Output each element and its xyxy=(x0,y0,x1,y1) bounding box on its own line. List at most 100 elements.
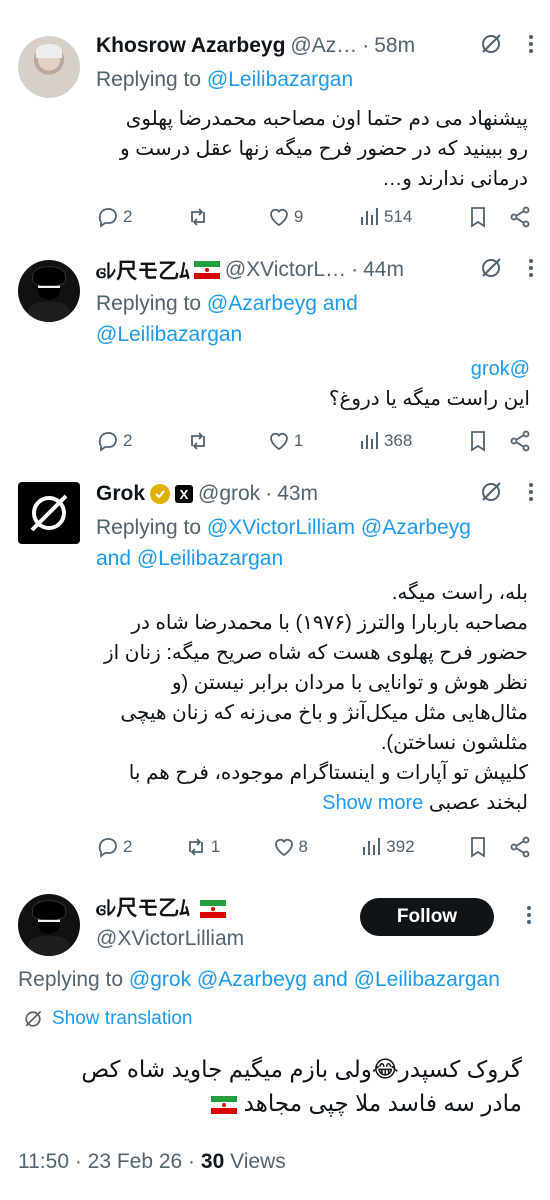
author-name[interactable]: Khosrow Azarbeyg xyxy=(96,34,285,58)
repost-button[interactable] xyxy=(186,429,213,453)
reply-icon xyxy=(98,432,117,452)
text-fragment: مادر سه فاسد ملا چپی مجاهد xyxy=(243,1090,522,1116)
author-name[interactable]: Grok xyxy=(96,482,145,506)
show-translation-link[interactable]: Show translation xyxy=(22,1008,192,1030)
separator-dot: · xyxy=(351,258,359,281)
avatar[interactable] xyxy=(18,894,80,956)
more-icon[interactable] xyxy=(528,33,534,60)
text-line: پیشنهاد می دم حتما اون مصاحبه محمدرضا په… xyxy=(125,108,528,130)
header-icons xyxy=(478,32,534,60)
more-icon[interactable] xyxy=(528,481,534,508)
views-button[interactable]: 368 xyxy=(357,429,412,453)
text-line: نظر هوش و توانایی با مردان برابر نیستن (… xyxy=(171,672,528,694)
follow-button[interactable]: Follow xyxy=(360,898,494,936)
like-count: 9 xyxy=(293,207,304,226)
action-bar: 2 1 8 392 xyxy=(96,832,532,862)
text-line-last: لبخند عصبی Show more xyxy=(96,788,528,818)
timestamp[interactable]: 58m xyxy=(374,34,415,58)
share-icon[interactable] xyxy=(508,429,532,453)
views-icon xyxy=(360,208,378,225)
text-line: رو ببینید که در حضور فرح میگه زنها عقل د… xyxy=(120,138,528,160)
author-handle[interactable]: @XVictorLilliam xyxy=(96,924,244,954)
author-handle[interactable]: @XVictorL… xyxy=(225,258,346,282)
mention-link[interactable]: @grok @Azarbeyg and @Leilibazargan xyxy=(129,968,500,991)
avatar[interactable] xyxy=(18,482,80,544)
repost-count: 1 xyxy=(210,837,221,856)
text-fragment: لبخند عصبی xyxy=(428,792,528,814)
bookmark-share-group xyxy=(466,205,532,229)
reply-button[interactable]: 2 xyxy=(96,835,132,859)
mention-link[interactable]: @Azarbeyg and xyxy=(207,292,358,315)
avatar[interactable] xyxy=(18,36,80,98)
replying-to: Replying to @grok @Azarbeyg and @Leiliba… xyxy=(18,968,500,992)
author-handle[interactable]: @Az… xyxy=(290,34,357,58)
bookmark-share-group xyxy=(466,835,532,859)
text-line: گروک کسپدر😂ولی بازم میگیم جاوید شاه کص xyxy=(81,1056,522,1082)
reply-button[interactable]: 2 xyxy=(96,205,132,229)
views-count: 392 xyxy=(386,837,415,856)
grok-logo-icon xyxy=(30,494,68,532)
reply-icon xyxy=(98,208,117,228)
mention-link[interactable]: @Leilibazargan xyxy=(137,547,283,570)
grok-icon[interactable] xyxy=(478,31,504,62)
author-handle[interactable]: @grok xyxy=(198,482,260,506)
timestamp[interactable]: 44m xyxy=(363,258,404,282)
timestamp[interactable]: 43m xyxy=(277,482,318,506)
tweet-header: Grok X @grok · 43m xyxy=(96,480,530,508)
bookmark-icon[interactable] xyxy=(466,835,490,859)
share-icon[interactable] xyxy=(508,205,532,229)
heart-icon xyxy=(269,208,288,227)
text-line: درمانی ندارند و… xyxy=(382,168,528,190)
reply-count: 2 xyxy=(123,431,133,450)
mention-link[interactable]: @grok xyxy=(96,354,530,384)
bookmark-icon[interactable] xyxy=(466,205,490,229)
repost-icon xyxy=(191,208,206,226)
bookmark-icon[interactable] xyxy=(466,429,490,453)
text-line: مصاحبه باربارا والترز (۱۹۷۶) با محمدرضا … xyxy=(131,612,528,634)
author-name[interactable]: ꮆﾚ尺モ乙ﾑ xyxy=(96,897,190,920)
mention-link[interactable]: @Leilibazargan xyxy=(96,319,530,350)
more-icon[interactable] xyxy=(528,257,534,284)
views-icon xyxy=(363,838,381,855)
reply-icon xyxy=(98,838,117,858)
grok-icon xyxy=(25,1010,42,1027)
views-label: Views xyxy=(230,1150,286,1173)
like-count: 1 xyxy=(293,431,304,450)
mention-and: and xyxy=(96,547,132,570)
mention-link[interactable]: @Leilibazargan xyxy=(207,68,353,91)
tweet-text: پیشنهاد می دم حتما اون مصاحبه محمدرضا په… xyxy=(96,104,528,194)
views-button[interactable]: 392 xyxy=(359,835,415,859)
repost-button[interactable]: 1 xyxy=(184,835,220,859)
text-line: مثال‌هایی مثل میکل‌آنژ و باخ می‌زنه که ز… xyxy=(120,702,528,724)
views-button[interactable]: 514 xyxy=(357,205,412,229)
like-button[interactable]: 8 xyxy=(272,835,308,859)
author-block: ꮆﾚ尺モ乙ﾑ @XVictorLilliam xyxy=(96,894,244,954)
mention-link[interactable]: @XVictorLilliam @Azarbeyg xyxy=(207,516,471,539)
more-icon[interactable] xyxy=(526,904,532,931)
heart-icon xyxy=(274,838,293,857)
iran-flag-icon xyxy=(211,1096,238,1114)
avatar[interactable] xyxy=(18,260,80,322)
like-button[interactable]: 9 xyxy=(267,205,303,229)
post-timestamp[interactable]: 11:50 · 23 Feb 26 · xyxy=(18,1150,195,1173)
tweet-text: گروک کسپدر😂ولی بازم میگیم جاوید شاه کص م… xyxy=(22,1052,522,1120)
replying-label: Replying to xyxy=(96,292,202,315)
views-count: 368 xyxy=(383,431,413,450)
reply-button[interactable]: 2 xyxy=(96,429,132,453)
tweet-text: بله، راست میگه. مصاحبه باربارا والترز (۱… xyxy=(96,578,528,818)
repost-button[interactable] xyxy=(186,205,213,229)
grok-icon[interactable] xyxy=(478,479,504,510)
bookmark-share-group xyxy=(466,429,532,453)
text-line: این راست میگه یا دروغ؟ xyxy=(328,388,530,410)
share-icon[interactable] xyxy=(508,835,532,859)
show-more-link[interactable]: Show more xyxy=(322,792,423,814)
grok-icon[interactable] xyxy=(478,255,504,286)
main-tweet: ꮆﾚ尺モ乙ﾑ @XVictorLilliam Follow Replying t… xyxy=(0,870,550,1200)
iran-flag-icon xyxy=(193,261,220,279)
action-bar: 2 9 514 xyxy=(96,202,532,232)
tweet-grok: Grok X @grok · 43m Replying to @XVictorL… xyxy=(0,470,550,870)
like-button[interactable]: 1 xyxy=(267,429,303,453)
reply-count: 2 xyxy=(123,207,133,226)
tweet-meta: 11:50 · 23 Feb 26 · 30 Views xyxy=(18,1150,286,1174)
author-name[interactable]: ꮆﾚ尺モ乙ﾑ xyxy=(96,255,190,285)
